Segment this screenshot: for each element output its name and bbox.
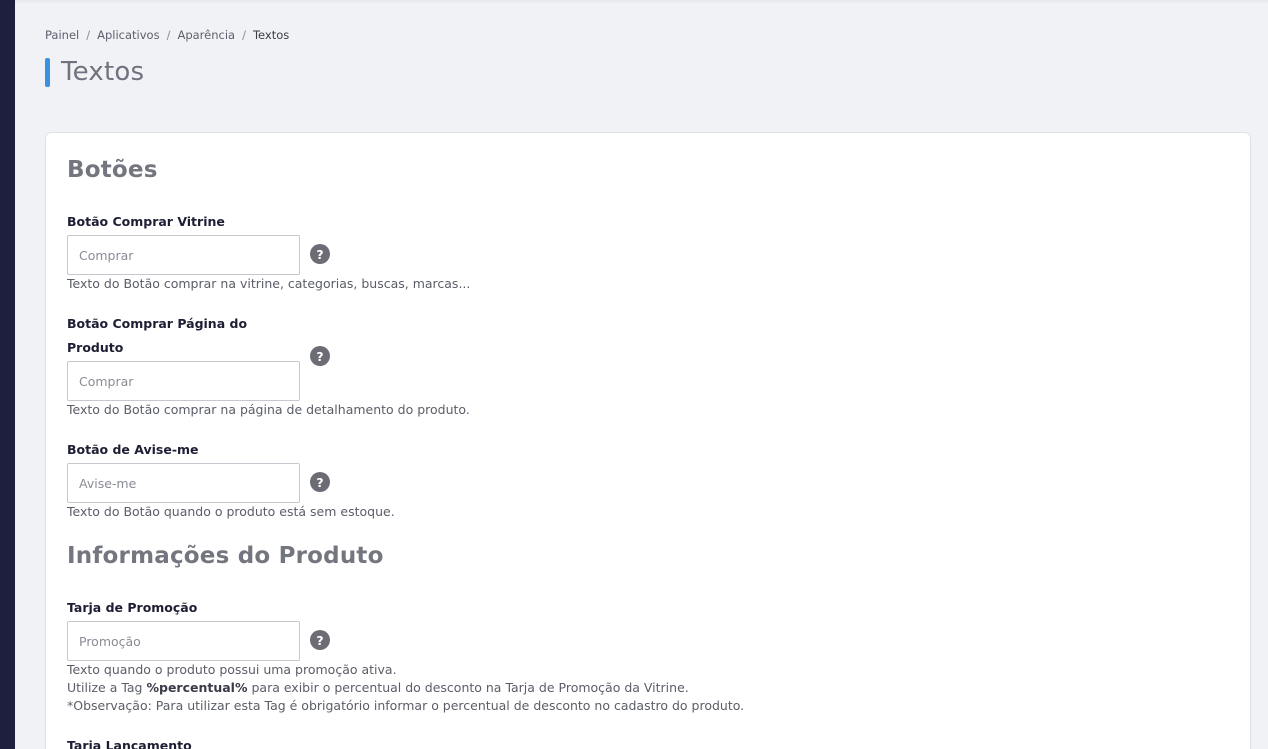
percentual-tag: %percentual% [146,680,248,695]
breadcrumb: Painel / Aplicativos / Aparência / Textos [45,28,290,42]
comprar-produto-input[interactable] [67,361,300,401]
breadcrumb-current: Textos [252,28,290,42]
breadcrumb-aparencia[interactable]: Aparência [177,28,235,42]
help-text-comprar-vitrine: Texto do Botão comprar na vitrine, categ… [67,276,471,291]
help-icon[interactable]: ? [310,472,330,492]
field-label-comprar-produto-line1: Botão Comprar Página do [67,316,248,331]
field-label-tarja-promocao: Tarja de Promoção [67,600,198,615]
field-label-comprar-vitrine: Botão Comprar Vitrine [67,214,225,229]
avise-me-input[interactable] [67,463,300,503]
title-accent-bar [45,57,50,87]
sidebar [0,0,15,749]
help-icon[interactable]: ? [310,630,330,650]
field-label-avise-me: Botão de Avise-me [67,442,199,457]
breadcrumb-aplicativos[interactable]: Aplicativos [97,28,159,42]
help-text-tarja-promocao-1: Texto quando o produto possui uma promoç… [67,662,397,677]
field-label-comprar-produto-line2: Produto [67,340,124,355]
breadcrumb-painel[interactable]: Painel [45,28,79,42]
help-icon[interactable]: ? [310,346,330,366]
help-text-tarja-promocao-3: *Observação: Para utilizar esta Tag é ob… [67,698,745,713]
section-title-botoes: Botões [67,157,158,183]
help-text-avise-me: Texto do Botão quando o produto está sem… [67,504,395,519]
main-content: Painel / Aplicativos / Aparência / Textos Text… [15,0,1268,749]
comprar-vitrine-input[interactable] [67,235,300,275]
section-title-produto: Informações do Produto [67,543,384,569]
help-text-tarja-promocao-2: Utilize a Tag %percentual% para exibir o… [67,680,689,695]
page-header: Textos [45,57,144,87]
tarja-promocao-input[interactable] [67,621,300,661]
field-label-tarja-lancamento: Tarja Lançamento [67,738,192,749]
settings-card: Botões Botão Comprar Vitrine ? Texto do … [45,132,1251,749]
page-title: Textos [61,57,145,87]
help-icon[interactable]: ? [310,244,330,264]
help-text-comprar-produto: Texto do Botão comprar na página de deta… [67,402,470,417]
